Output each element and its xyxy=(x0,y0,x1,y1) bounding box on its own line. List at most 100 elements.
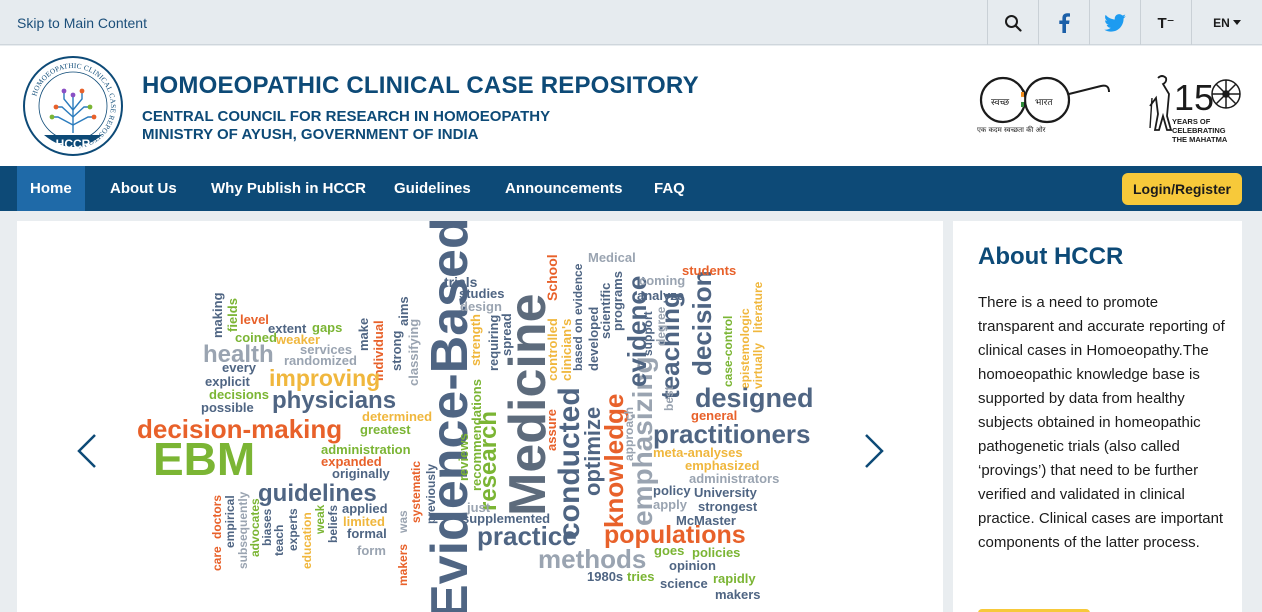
word-programs: programs xyxy=(610,271,625,331)
site-header: HOMOEOPATHIC CLINICAL CASE REPOSITORY HC… xyxy=(0,46,1262,166)
gandhi-text-2: CELEBRATING xyxy=(1172,126,1226,135)
site-subtitle-council: CENTRAL COUNCIL FOR RESEARCH IN HOMOEOPA… xyxy=(142,108,551,125)
language-selector[interactable]: EN xyxy=(1191,0,1262,45)
word-improving: improving xyxy=(269,365,381,391)
word-weak: weak xyxy=(313,504,327,534)
font-size-icon: T⁻ xyxy=(1157,14,1175,32)
nav-faq[interactable]: FAQ xyxy=(641,166,698,211)
ebm-word-cloud: Evidence-Based Medicine research conduct… xyxy=(127,221,837,612)
site-subtitle-ministry: MINISTRY OF AYUSH, GOVERNMENT OF INDIA xyxy=(142,126,479,143)
main-nav: Home About Us Why Publish in HCCR Guidel… xyxy=(0,166,1262,211)
word-administrators: administrators xyxy=(689,471,780,486)
nav-guidelines[interactable]: Guidelines xyxy=(381,166,484,211)
facebook-icon xyxy=(1059,12,1070,33)
word-greatest: greatest xyxy=(360,422,411,437)
facebook-link[interactable] xyxy=(1038,0,1089,45)
word-decision-making: decision-making xyxy=(137,414,343,444)
gandhi-number: 15 xyxy=(1174,77,1214,118)
word-fields: fields xyxy=(225,298,240,332)
word-best: best xyxy=(662,386,676,411)
word-approach: approach xyxy=(622,406,636,461)
word-based-on-evidence: based on evidence xyxy=(571,263,585,371)
word-coming: coming xyxy=(639,273,686,288)
word-design: design xyxy=(460,299,502,314)
word-experts: experts xyxy=(286,508,300,551)
word-rapidly: rapidly xyxy=(713,571,756,586)
swachh-bharat-logo: स्वच्छ भारत एक कदम स्वच्छता की ओर xyxy=(977,76,1110,134)
twitter-icon xyxy=(1104,13,1126,32)
word-support: support xyxy=(641,311,655,356)
word-assure: assure xyxy=(544,409,559,451)
word-possible: possible xyxy=(201,400,254,415)
nav-announcements[interactable]: Announcements xyxy=(492,166,636,211)
word-making: making xyxy=(210,292,225,338)
word-coined: coined xyxy=(235,330,277,345)
word-decision: decision xyxy=(687,270,717,376)
word-methods: methods xyxy=(538,544,647,574)
swachh-right-text: भारत xyxy=(1035,98,1053,108)
word-doctors: doctors xyxy=(210,494,224,539)
word-previously: previously xyxy=(424,463,438,524)
word-originally: originally xyxy=(332,466,390,481)
about-body: There is a need to promote transparent a… xyxy=(978,294,1225,551)
hero-carousel: Evidence-Based Medicine research conduct… xyxy=(17,221,943,612)
search-icon xyxy=(1005,14,1022,32)
nav-about-us[interactable]: About Us xyxy=(97,166,190,211)
word-controlled: controlled xyxy=(545,318,560,381)
word-spread: spread xyxy=(499,313,514,356)
skip-to-main-link[interactable]: Skip to Main Content xyxy=(17,15,147,31)
language-label: EN xyxy=(1213,15,1230,30)
word-strength: strength xyxy=(468,314,483,366)
chevron-down-icon xyxy=(1232,20,1241,25)
word-medical: Medical xyxy=(588,250,636,265)
word-strong: strong xyxy=(389,330,404,371)
nav-why-publish[interactable]: Why Publish in HCCR xyxy=(198,166,379,211)
word-school: School xyxy=(544,254,560,301)
word-makers: makers xyxy=(715,587,761,602)
word-university: University xyxy=(694,485,757,500)
carousel-prev-button[interactable] xyxy=(75,433,99,469)
word-case-control: case-control xyxy=(721,315,735,387)
site-title: HOMOEOPATHIC CLINICAL CASE REPOSITORY xyxy=(142,72,699,99)
word-teach: teach xyxy=(272,524,286,556)
word-students: students xyxy=(682,263,737,278)
word-opinion: opinion xyxy=(669,558,716,573)
login-register-button[interactable]: Login/Register xyxy=(1122,173,1242,205)
word-systematic: systematic xyxy=(409,460,423,523)
word-education: education xyxy=(300,512,314,569)
gandhi-150-logo: 15 YEARS OF CELEBRATING THE MAHATMA xyxy=(1149,75,1241,144)
word-formal: formal xyxy=(347,526,387,541)
word-randomized: randomized xyxy=(284,353,357,368)
word-analyze: analyze xyxy=(637,288,684,303)
gandhi-text-1: YEARS OF xyxy=(1172,117,1211,126)
top-utility-bar: Skip to Main Content T⁻ EN xyxy=(0,0,1262,45)
word-practitioners: practitioners xyxy=(653,419,811,449)
word-every: every xyxy=(222,360,256,375)
swachh-tagline: एक कदम स्वच्छता की ओर xyxy=(977,125,1046,134)
nav-home[interactable]: Home xyxy=(17,166,85,211)
word-recommendations: recommendations xyxy=(469,379,484,491)
font-size-button[interactable]: T⁻ xyxy=(1140,0,1191,45)
word-form: form xyxy=(357,543,386,558)
word-make: make xyxy=(356,317,371,351)
word-policy: policy xyxy=(653,483,691,498)
word-classifying: classifying xyxy=(406,318,421,386)
word-was: was xyxy=(396,510,410,533)
word-empirical: empirical xyxy=(223,495,237,548)
word-apply: apply xyxy=(653,497,687,512)
hccr-logo[interactable]: HOMOEOPATHIC CLINICAL CASE REPOSITORY HC… xyxy=(22,55,124,157)
about-hccr-panel: About HCCR There is a need to promote tr… xyxy=(953,221,1242,612)
word-makers-vertical: makers xyxy=(396,543,410,586)
word-beliefs: beliefs xyxy=(326,504,340,543)
carousel-next-button[interactable] xyxy=(862,433,886,469)
twitter-link[interactable] xyxy=(1089,0,1140,45)
word-literature: literature xyxy=(751,281,765,333)
search-button[interactable] xyxy=(987,0,1038,45)
word-degree: degree xyxy=(654,306,668,346)
word-epistemologic: epistemologic xyxy=(738,308,752,389)
logo-text: HCCR xyxy=(56,137,91,151)
site-titles: HOMOEOPATHIC CLINICAL CASE REPOSITORY CE… xyxy=(142,72,699,143)
word-strongest: strongest xyxy=(698,499,758,514)
word-science: science xyxy=(660,576,708,591)
word-care: care xyxy=(210,546,224,571)
